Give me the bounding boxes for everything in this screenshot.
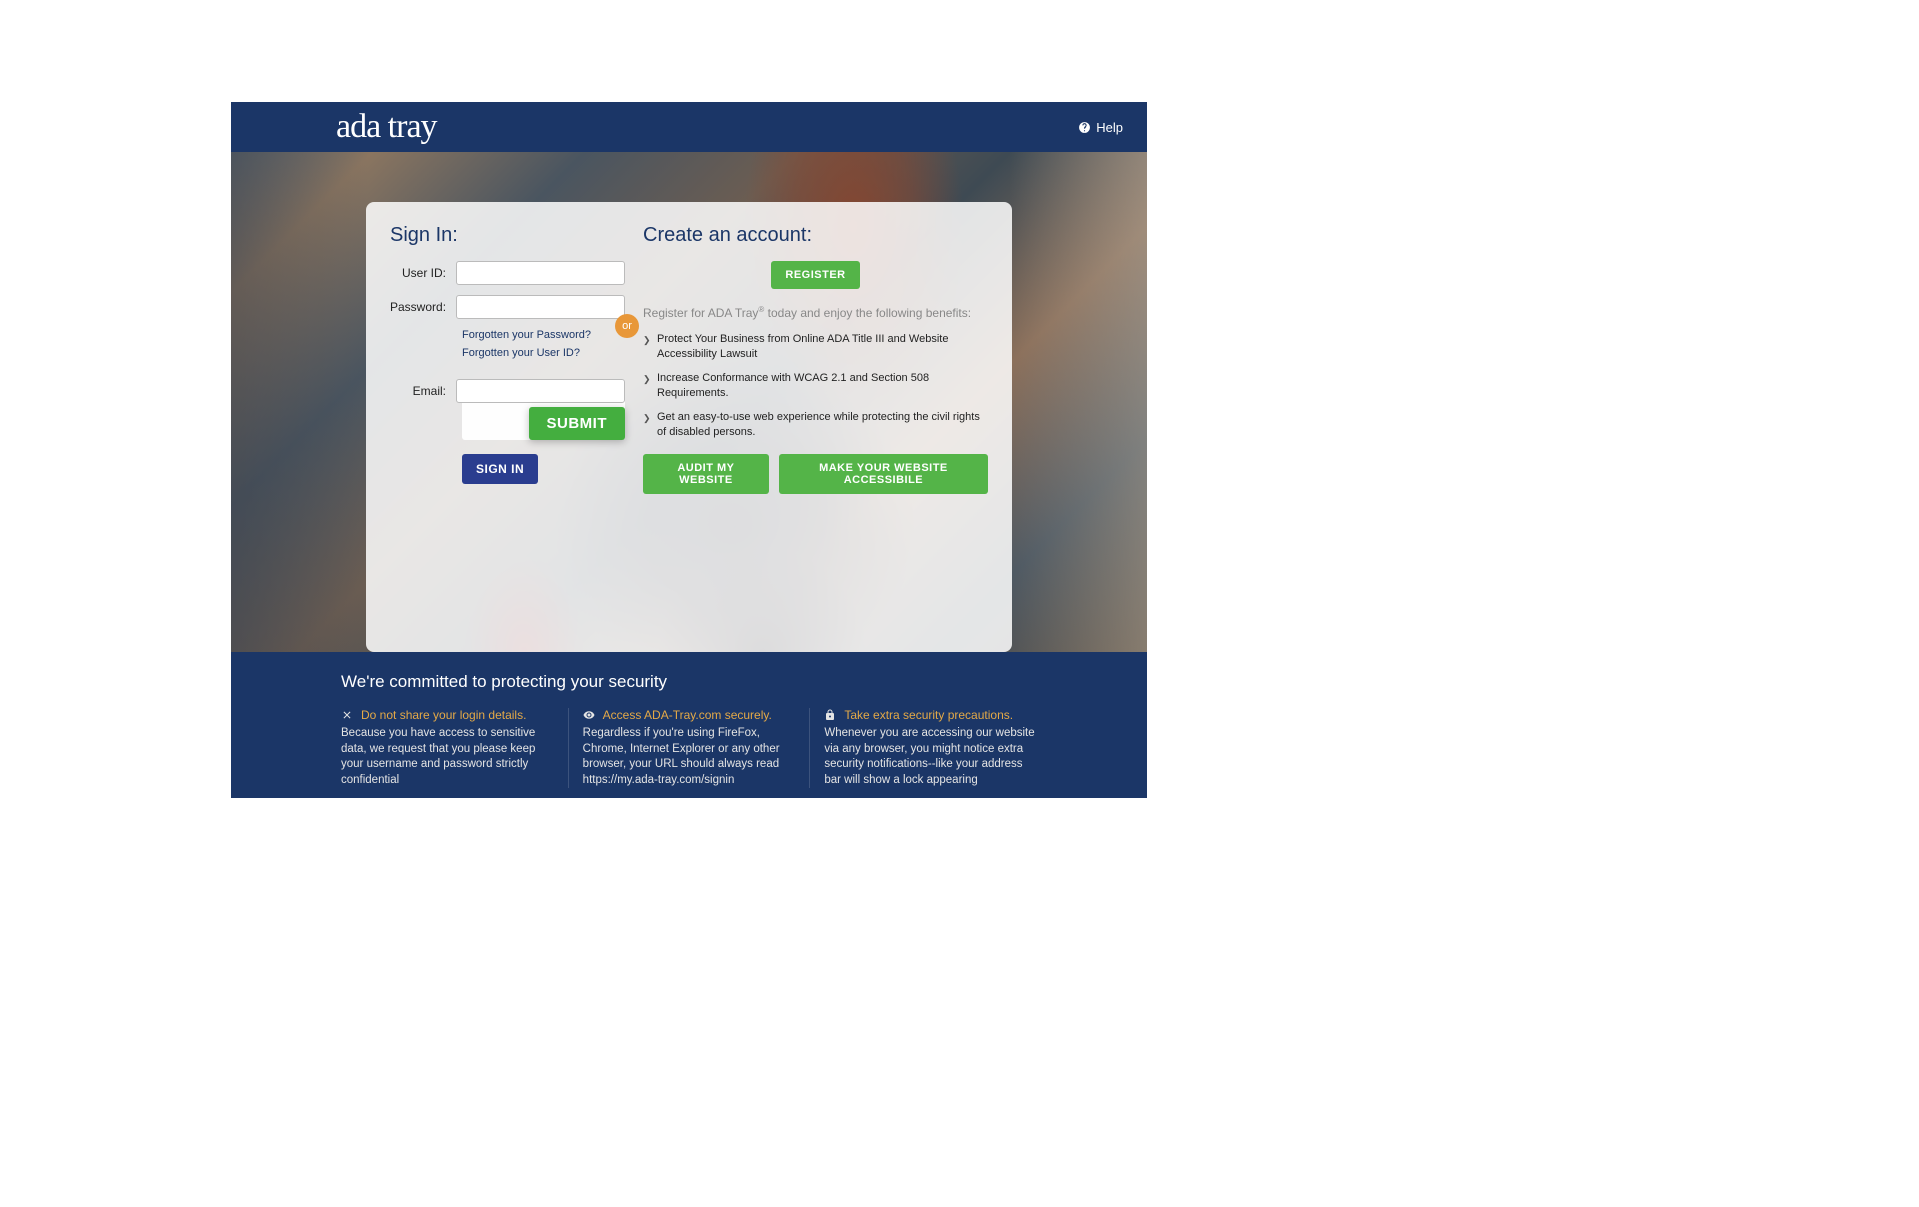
benefit-item: ❯ Get an easy-to-use web experience while…: [643, 410, 988, 441]
header-bar: ada tray Help: [231, 102, 1147, 152]
security-col-1: Do not share your login details. Because…: [341, 708, 554, 788]
logo-text: ada tray: [336, 110, 437, 144]
security-section: We're committed to protecting your secur…: [231, 652, 1147, 798]
security-heading-2: Access ADA-Tray.com securely.: [603, 708, 772, 722]
security-body-1: Because you have access to sensitive dat…: [341, 726, 554, 788]
benefit-text: Protect Your Business from Online ADA Ti…: [657, 332, 988, 363]
eye-icon: [583, 709, 595, 721]
security-title: We're committed to protecting your secur…: [341, 672, 1037, 692]
register-desc-prefix: Register for ADA Tray: [643, 306, 758, 320]
forgot-password-link[interactable]: Forgotten your Password?: [462, 329, 625, 341]
benefit-text: Get an easy-to-use web experience while …: [657, 410, 988, 441]
audit-website-button[interactable]: AUDIT MY WEBSITE: [643, 454, 769, 494]
signin-column: Sign In: User ID: Password: Forgotten yo…: [390, 224, 625, 626]
chevron-right-icon: ❯: [643, 412, 649, 441]
register-title: Create an account:: [643, 224, 988, 247]
chevron-right-icon: ❯: [643, 373, 649, 402]
help-icon: [1078, 121, 1091, 134]
email-block: Email: SUBMIT: [462, 379, 625, 440]
help-link[interactable]: Help: [1078, 120, 1123, 135]
password-label: Password:: [390, 300, 456, 314]
hero-section: or Sign In: User ID: Password: Forgotten…: [231, 152, 1147, 652]
benefit-item: ❯ Protect Your Business from Online ADA T…: [643, 332, 988, 363]
security-body-3: Whenever you are accessing our website v…: [824, 726, 1037, 788]
password-row: Password:: [390, 295, 625, 319]
make-accessible-button[interactable]: MAKE YOUR WEBSITE ACCESSIBILE: [779, 454, 988, 494]
submit-button[interactable]: SUBMIT: [529, 407, 626, 440]
register-column: Create an account: REGISTER Register for…: [643, 224, 988, 626]
email-input[interactable]: [456, 379, 625, 403]
forgot-userid-link[interactable]: Forgotten your User ID?: [462, 347, 625, 359]
security-col-3: Take extra security precautions. Wheneve…: [809, 708, 1037, 788]
security-col-2: Access ADA-Tray.com securely. Regardless…: [568, 708, 796, 788]
lock-icon: [824, 709, 836, 721]
help-label: Help: [1096, 120, 1123, 135]
security-heading-1: Do not share your login details.: [361, 708, 526, 722]
x-icon: [341, 709, 353, 721]
register-button[interactable]: REGISTER: [771, 261, 859, 289]
chevron-right-icon: ❯: [643, 334, 649, 363]
userid-row: User ID:: [390, 261, 625, 285]
email-label: Email:: [390, 384, 456, 398]
benefit-text: Increase Conformance with WCAG 2.1 and S…: [657, 371, 988, 402]
logo[interactable]: ada tray: [231, 110, 437, 144]
signin-button[interactable]: SIGN IN: [462, 454, 538, 484]
benefit-list: ❯ Protect Your Business from Online ADA T…: [643, 332, 988, 440]
password-input[interactable]: [456, 295, 625, 319]
signin-title: Sign In:: [390, 224, 625, 247]
userid-input[interactable]: [456, 261, 625, 285]
security-heading-3: Take extra security precautions.: [844, 708, 1013, 722]
security-body-2: Regardless if you're using FireFox, Chro…: [583, 726, 796, 788]
register-description: Register for ADA Tray® today and enjoy t…: [643, 305, 988, 320]
or-divider: or: [615, 314, 639, 338]
auth-card: or Sign In: User ID: Password: Forgotten…: [366, 202, 1012, 652]
benefit-item: ❯ Increase Conformance with WCAG 2.1 and …: [643, 371, 988, 402]
register-desc-suffix: today and enjoy the following benefits:: [764, 306, 971, 320]
userid-label: User ID:: [390, 266, 456, 280]
